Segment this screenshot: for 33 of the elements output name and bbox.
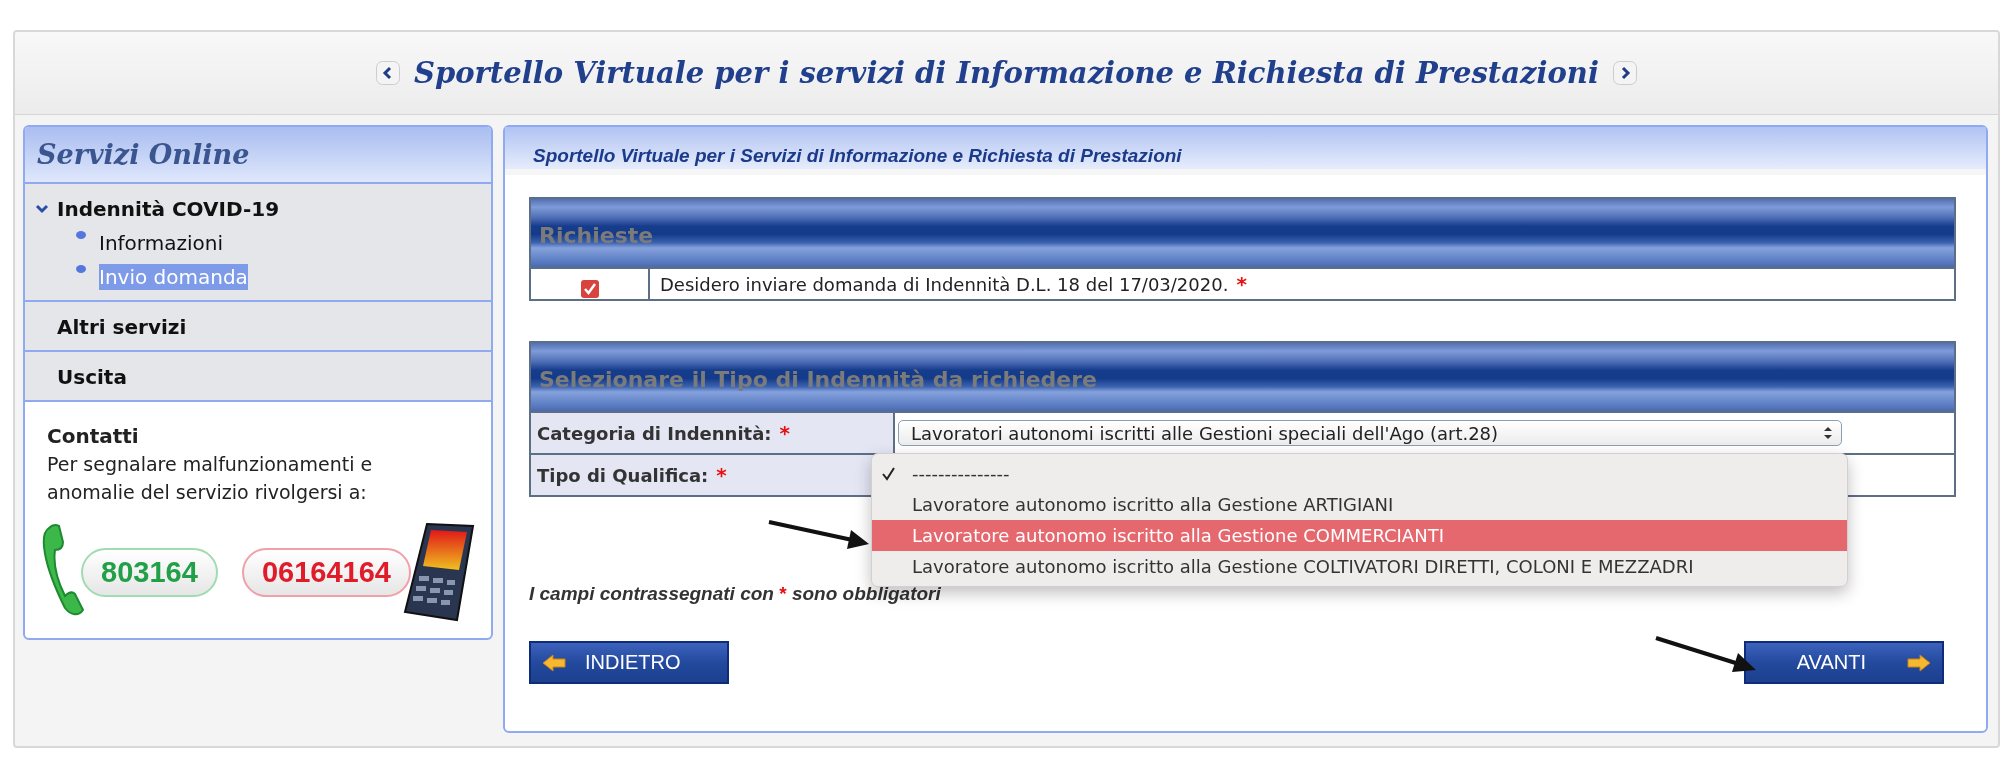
section-header: Selezionare il Tipo di Indennità da richiedere — [531, 343, 1954, 413]
checkbox[interactable] — [579, 279, 600, 299]
select-field[interactable]: Lavoratori autonomi iscritti alle Gestioni speciali dell'Ago (art.28) — [898, 420, 1842, 446]
bullet-icon — [75, 230, 87, 240]
request-text: Desidero inviare domanda di Indennità D.L. 18 del 17/03/2020. — [660, 273, 1229, 295]
chevron-right-icon[interactable] — [1612, 61, 1637, 85]
contacts-title: Contatti — [47, 424, 140, 448]
menu-item[interactable]: Altri servizi — [57, 315, 187, 339]
required-fields-note: I campi contrassegnati con * sono obbligatori — [529, 583, 942, 605]
field-label: Categoria di Indennità: — [537, 422, 772, 444]
menu-item[interactable]: Uscita — [57, 365, 127, 389]
checkmark-icon — [882, 466, 895, 481]
page-title: Sportello Virtuale per i servizi di Informazione e Richiesta di Prestazioni — [414, 56, 1599, 90]
field-label: Tipo di Qualifica: — [537, 464, 709, 486]
chevron-left-icon[interactable] — [376, 61, 401, 85]
updown-arrows-icon — [1823, 426, 1833, 440]
phone-number: 06164164 — [241, 547, 411, 597]
panel-header: Sportello Virtuale per i Servizi di Informazione e Richiesta di Prestazioni — [505, 127, 1986, 175]
required-mark: * — [1236, 272, 1247, 296]
dropdown-option[interactable]: Lavoratore autonomo iscritto alla Gestione COLTIVATORI DIRETTI, COLONI E MEZZADRI — [872, 551, 1847, 582]
required-mark: * — [779, 421, 791, 445]
section-header: Richieste — [531, 199, 1954, 269]
sidebar-header: Servizi Online — [25, 127, 491, 184]
contacts-text: Per segnalare malfunzionamenti e anomalie del servizio rivolgersi a: — [47, 452, 374, 505]
menu-item[interactable]: Indennità COVID-19 — [57, 197, 280, 221]
dropdown-option[interactable]: Lavoratore autonomo iscritto alla Gestione ARTIGIANI — [872, 489, 1847, 520]
submenu-item[interactable]: Informazioni — [99, 230, 223, 256]
back-button[interactable]: INDIETRO — [529, 641, 729, 684]
dropdown-option[interactable]: --------------- — [872, 458, 1847, 489]
next-button[interactable]: AVANTI — [1744, 641, 1944, 684]
bullet-icon — [75, 264, 87, 274]
phone-number: 803164 — [81, 547, 218, 597]
required-mark: * — [716, 463, 727, 487]
